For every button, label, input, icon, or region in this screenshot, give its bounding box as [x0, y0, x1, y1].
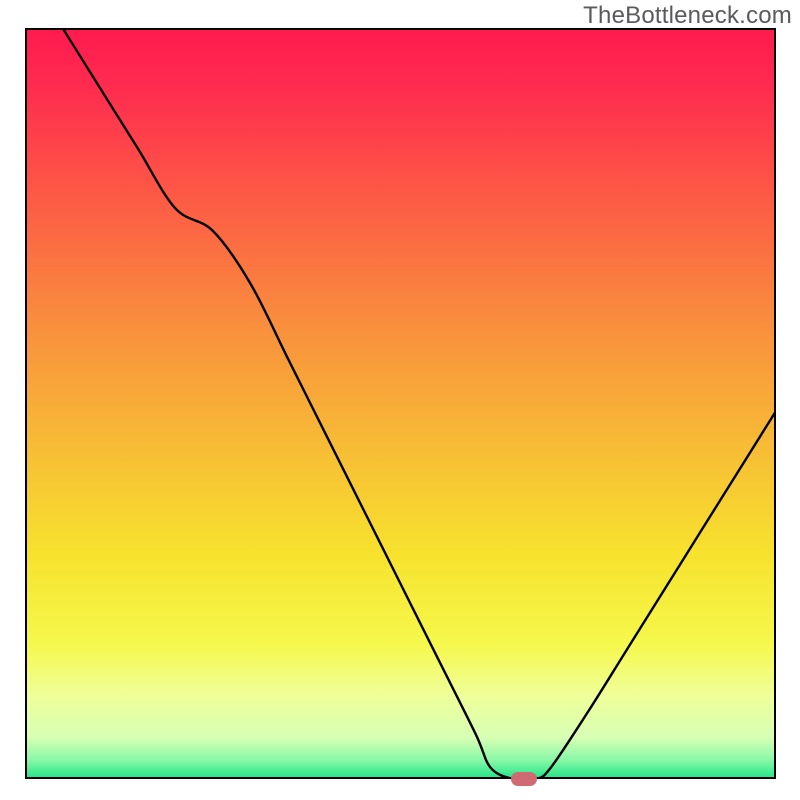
gradient-background [25, 28, 776, 779]
chart-frame: TheBottleneck.com [0, 0, 800, 800]
bottleneck-plot-svg [25, 28, 776, 779]
plot-area [25, 28, 776, 779]
optimal-marker [511, 772, 537, 786]
watermark-text: TheBottleneck.com [583, 2, 792, 30]
